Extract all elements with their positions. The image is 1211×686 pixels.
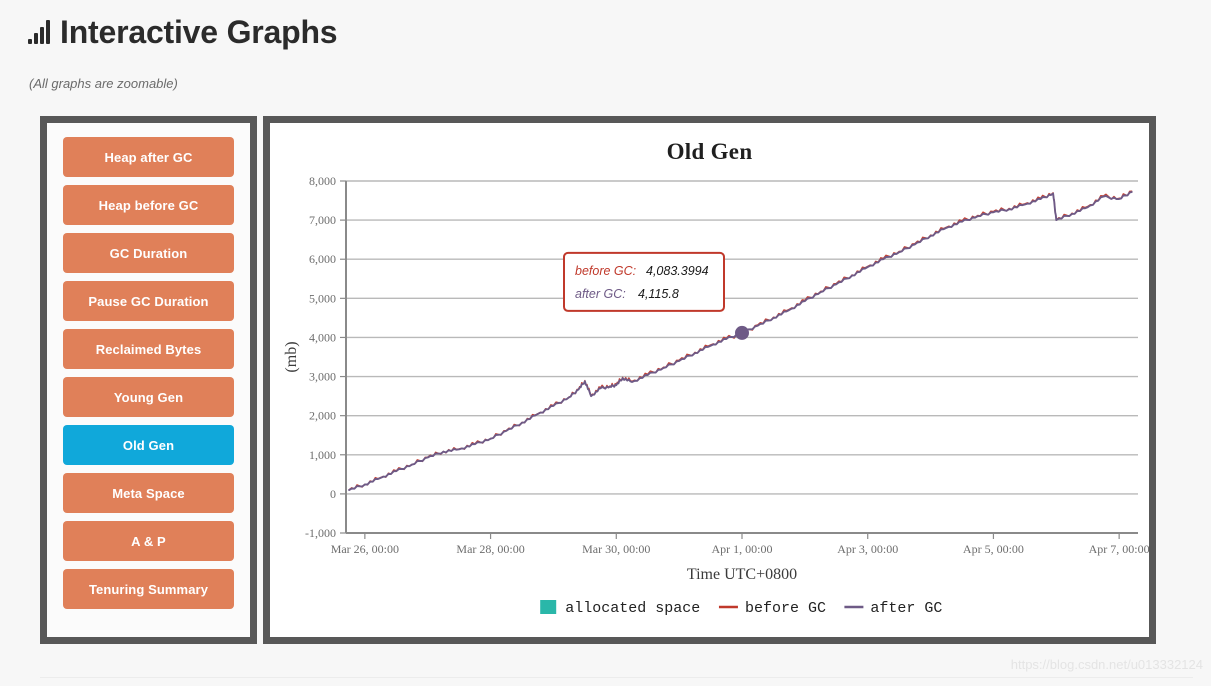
y-axis-tick-label: 6,000 <box>309 252 336 266</box>
x-axis-tick-label: Mar 26, 00:00 <box>331 542 399 556</box>
bottom-divider <box>40 677 1193 678</box>
legend-item-label[interactable]: before GC <box>745 600 826 617</box>
sidebar-item-reclaimed-bytes[interactable]: Reclaimed Bytes <box>63 329 234 369</box>
y-axis-tick-label: 3,000 <box>309 370 336 384</box>
y-axis-tick-label: 5,000 <box>309 291 336 305</box>
main-frame: Heap after GC Heap before GC GC Duration… <box>40 116 1156 644</box>
y-axis-tick-label: 7,000 <box>309 213 336 227</box>
y-axis-tick-label: 4,000 <box>309 330 336 344</box>
y-axis-tick-label: -1,000 <box>305 526 336 540</box>
tooltip-label: before GC: <box>575 264 636 278</box>
chart-legend: allocated space before GC after GC <box>540 600 942 617</box>
chart-container[interactable]: Old Gen -1,000 0 1,000 2,000 3,000 4,000 5,000… <box>278 131 1149 629</box>
y-axis-tick-label: 0 <box>330 487 336 501</box>
chart-title: Old Gen <box>666 139 753 164</box>
chart-panel[interactable]: Old Gen -1,000 0 1,000 2,000 3,000 4,000 5,000… <box>263 116 1156 644</box>
sidebar-item-gc-duration[interactable]: GC Duration <box>63 233 234 273</box>
sidebar-item-tenuring-summary[interactable]: Tenuring Summary <box>63 569 234 609</box>
sidebar-panel: Heap after GC Heap before GC GC Duration… <box>40 116 257 644</box>
chart-tooltip: before GC: 4,083.3994 after GC: 4,115.8 <box>563 251 725 312</box>
sidebar-item-young-gen[interactable]: Young Gen <box>63 377 234 417</box>
sidebar-item-pause-gc-duration[interactable]: Pause GC Duration <box>63 281 234 321</box>
x-axis-tick-label: Apr 1, 00:00 <box>712 542 773 556</box>
sidebar-item-heap-before-gc[interactable]: Heap before GC <box>63 185 234 225</box>
x-axis-tick-label: Apr 5, 00:00 <box>963 542 1024 556</box>
legend-item-label[interactable]: after GC <box>870 600 942 617</box>
legend-item-label[interactable]: allocated space <box>565 600 700 617</box>
x-axis-tick-label: Mar 28, 00:00 <box>456 542 524 556</box>
tooltip-value: 4,115.8 <box>638 287 679 301</box>
y-axis-tick-label: 2,000 <box>309 409 336 423</box>
hover-point-marker[interactable] <box>735 325 749 340</box>
sidebar-item-meta-space[interactable]: Meta Space <box>63 473 234 513</box>
line-chart-svg[interactable]: -1,000 0 1,000 2,000 3,000 4,000 5,000 6,000 7,0… <box>278 171 1156 641</box>
x-axis-title: Time UTC+0800 <box>687 566 797 583</box>
series-line-before-gc <box>348 190 1133 491</box>
sidebar-item-a-and-p[interactable]: A & P <box>63 521 234 561</box>
plot-area[interactable]: -1,000 0 1,000 2,000 3,000 4,000 5,000 6,000 7,0… <box>278 171 1149 629</box>
tooltip-value: 4,083.3994 <box>646 264 709 278</box>
sidebar-item-old-gen[interactable]: Old Gen <box>63 425 234 465</box>
page-title: Interactive Graphs <box>60 14 338 50</box>
x-axis-tick-label: Apr 3, 00:00 <box>837 542 898 556</box>
y-axis-tick-label: 8,000 <box>309 174 336 188</box>
sidebar-item-heap-after-gc[interactable]: Heap after GC <box>63 137 234 177</box>
page-header: Interactive Graphs <box>28 14 338 50</box>
y-axis-tick-label: 1,000 <box>309 448 336 462</box>
tooltip-label: after GC: <box>575 287 626 301</box>
y-axis-title: (mb) <box>283 341 300 372</box>
x-axis-tick-label: Apr 7, 00:00 <box>1089 542 1150 556</box>
bar-chart-icon <box>28 16 50 48</box>
x-axis-tick-label: Mar 30, 00:00 <box>582 542 650 556</box>
watermark: https://blog.csdn.net/u013332124 <box>1010 657 1203 672</box>
page-subtitle: (All graphs are zoomable) <box>29 76 178 91</box>
